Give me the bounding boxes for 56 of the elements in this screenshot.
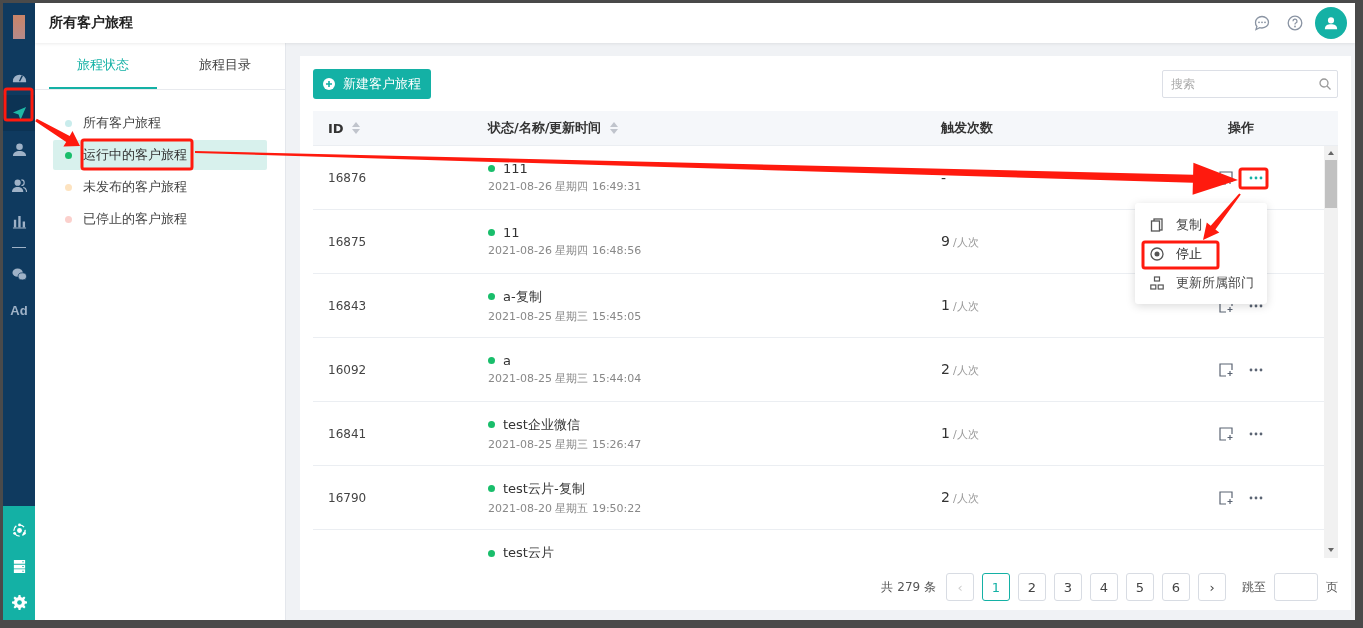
column-header: 状态/名称/更新时间: [488, 119, 602, 137]
id-cell: 16843: [328, 298, 367, 313]
trigger-count: 1: [941, 297, 950, 313]
count-unit: /人次: [952, 492, 979, 505]
page-button[interactable]: 6: [1162, 573, 1190, 601]
count-unit: /人次: [952, 364, 979, 377]
journey-name[interactable]: a-复制: [503, 287, 542, 306]
journey-name[interactable]: test企业微信: [503, 415, 580, 434]
update-time: 2021-08-25 星期三 15:44:04: [488, 372, 642, 385]
status-filter-item[interactable]: 已停止的客户旅程: [53, 204, 267, 234]
id-cell: 16790: [328, 490, 367, 505]
page-button[interactable]: 3: [1054, 573, 1082, 601]
update-time: 2021-08-26 星期四 16:49:31: [488, 180, 642, 193]
journey-name[interactable]: 111: [503, 161, 528, 176]
next-page-button[interactable]: ›: [1198, 573, 1226, 601]
filter-label: 所有客户旅程: [83, 114, 161, 132]
filter-label: 已停止的客户旅程: [83, 210, 187, 228]
menu-item[interactable]: 更新所属部门: [1135, 268, 1267, 297]
page-title: 所有客户旅程: [49, 14, 134, 32]
update-time: 2021-08-25 星期三 15:45:05: [488, 309, 642, 323]
count-unit: /人次: [952, 236, 979, 249]
page-button[interactable]: 4: [1090, 573, 1118, 601]
trigger-count: 2: [941, 361, 950, 377]
column-header: ID: [328, 120, 344, 136]
journey-name[interactable]: 11: [503, 225, 520, 240]
journey-name[interactable]: test云片: [503, 544, 554, 558]
tab[interactable]: 旅程目录: [171, 43, 279, 89]
column-header: 操作: [1227, 119, 1254, 137]
count-unit: /人次: [952, 300, 979, 313]
trigger-count: 2: [941, 489, 950, 505]
filter-label: 未发布的客户旅程: [83, 178, 187, 196]
ad-nav-item[interactable]: Ad: [3, 292, 35, 328]
update-time: 2021-08-20 星期五 19:50:22: [488, 501, 642, 515]
page-button[interactable]: 5: [1126, 573, 1154, 601]
journey-name[interactable]: test云片-复制: [503, 479, 585, 498]
trigger-count: 9: [941, 233, 950, 249]
jump-label: 跳至: [1242, 578, 1266, 596]
page-button[interactable]: 2: [1018, 573, 1046, 601]
page-unit: 页: [1326, 578, 1338, 596]
menu-item[interactable]: 停止: [1135, 239, 1267, 268]
update-time: 2021-08-25 星期三 15:26:47: [488, 437, 642, 451]
count-unit: /人次: [952, 428, 979, 441]
column-header: 触发次数: [941, 119, 993, 137]
update-time: 2021-08-26 星期四 16:48:56: [488, 244, 642, 257]
id-cell: 16092: [328, 362, 367, 377]
search-field[interactable]: 搜索: [1162, 70, 1338, 98]
trigger-count: -: [941, 169, 947, 186]
journey-name[interactable]: a: [503, 353, 511, 368]
trigger-count: 1: [941, 425, 950, 441]
id-cell: 16841: [328, 426, 367, 441]
total-count: 共 279 条: [881, 578, 936, 596]
id-cell: 16875: [328, 234, 367, 249]
status-filter-item[interactable]: 所有客户旅程: [53, 108, 267, 138]
status-filter-item[interactable]: 未发布的客户旅程: [53, 172, 267, 202]
menu-item[interactable]: 复制: [1135, 210, 1267, 239]
id-cell: 16876: [328, 170, 367, 185]
